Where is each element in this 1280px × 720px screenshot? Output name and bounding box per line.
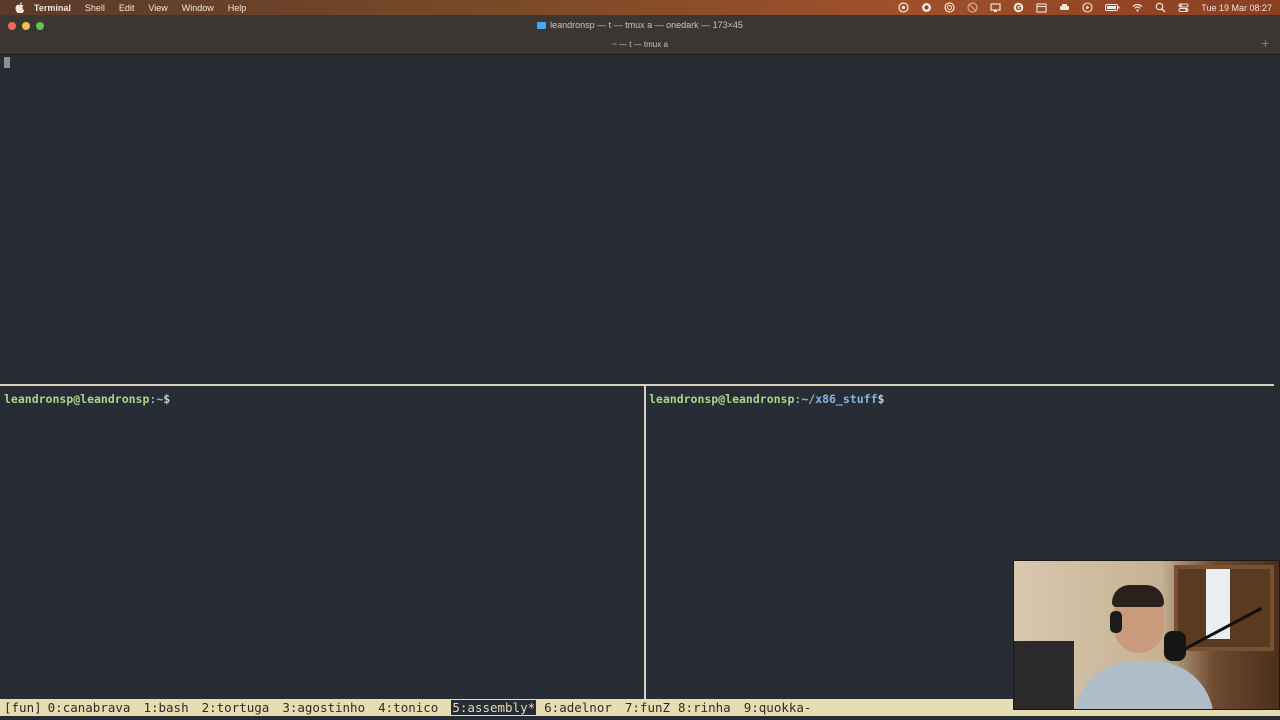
window-titlebar: leandronsp — t — tmux a — onedark — 173×…: [0, 15, 1280, 55]
prompt-dollar: $: [163, 392, 171, 406]
menu-clock[interactable]: Tue 19 Mar 08:27: [1201, 3, 1272, 13]
battery-icon[interactable]: [1105, 2, 1120, 13]
terminal-cursor: [4, 57, 10, 68]
new-tab-button[interactable]: +: [1261, 37, 1270, 50]
headphones-icon: [1110, 611, 1122, 633]
wifi-icon[interactable]: [1132, 2, 1143, 13]
tmux-window-4[interactable]: 4:tonico: [378, 700, 438, 715]
tmux-window-0[interactable]: 0:canabrava: [48, 700, 131, 715]
webcam-overlay: [1013, 560, 1280, 710]
svg-text:G: G: [1016, 4, 1022, 12]
prompt-path: ~/x86_stuff: [801, 392, 878, 406]
status-menus: G Tue 19 Mar 08:27: [886, 0, 1272, 15]
tmux-window-8[interactable]: 8:rinha: [678, 700, 731, 715]
window-title: leandronsp — t — tmux a — onedark — 173×…: [0, 20, 1280, 30]
tmux-window-3[interactable]: 3:agostinho: [282, 700, 365, 715]
right-pane-prompt[interactable]: leandronsp@leandronsp:~/x86_stuff$: [649, 392, 884, 406]
menu-app-terminal[interactable]: Terminal: [34, 3, 71, 13]
prompt-user: leandronsp@leandronsp: [4, 392, 150, 406]
folder-icon: [537, 22, 547, 29]
car-icon[interactable]: [1059, 2, 1070, 13]
tmux-window-7[interactable]: 7:funZ: [625, 700, 670, 715]
window-title-text: leandronsp — t — tmux a — onedark — 173×…: [550, 20, 743, 30]
tmux-session-name: [fun]: [4, 700, 42, 715]
webcam-person-hair: [1112, 585, 1164, 607]
prompt-dollar: $: [877, 392, 885, 406]
screen-mirror-icon[interactable]: [990, 2, 1001, 13]
play-icon[interactable]: [1082, 2, 1093, 13]
control-center-icon[interactable]: [1178, 2, 1189, 13]
menu-view[interactable]: View: [148, 3, 167, 13]
tab-title[interactable]: ~ — t — tmux a: [0, 40, 1280, 49]
pane-divider-horizontal[interactable]: [0, 384, 1274, 386]
menu-shell[interactable]: Shell: [85, 3, 105, 13]
pane-divider-vertical[interactable]: [644, 386, 646, 699]
blocked-icon[interactable]: [967, 2, 978, 13]
tmux-window-1[interactable]: 1:bash: [143, 700, 188, 715]
chrome-icon[interactable]: [944, 2, 955, 13]
menu-edit[interactable]: Edit: [119, 3, 135, 13]
grammarly-icon[interactable]: G: [1013, 2, 1024, 13]
record-icon[interactable]: [921, 2, 932, 13]
webcam-chair: [1014, 641, 1074, 709]
calendar-icon[interactable]: [1036, 2, 1047, 13]
menu-help[interactable]: Help: [228, 3, 247, 13]
prompt-user: leandronsp@leandronsp: [649, 392, 795, 406]
tmux-window-2[interactable]: 2:tortuga: [202, 700, 270, 715]
microphone-icon: [1164, 631, 1186, 661]
menu-bar: Terminal Shell Edit View Window Help G T…: [0, 0, 1280, 15]
tmux-window-9[interactable]: 9:quokka-: [744, 700, 812, 715]
left-pane-prompt[interactable]: leandronsp@leandronsp:~$: [4, 392, 170, 406]
tmux-window-5-active[interactable]: 5:assembly*: [451, 700, 537, 715]
search-icon[interactable]: [1155, 2, 1166, 13]
menu-window[interactable]: Window: [182, 3, 214, 13]
apple-icon[interactable]: [12, 1, 26, 15]
tmux-window-6[interactable]: 6:adelnor: [544, 700, 612, 715]
app-status-icon[interactable]: [898, 2, 909, 13]
